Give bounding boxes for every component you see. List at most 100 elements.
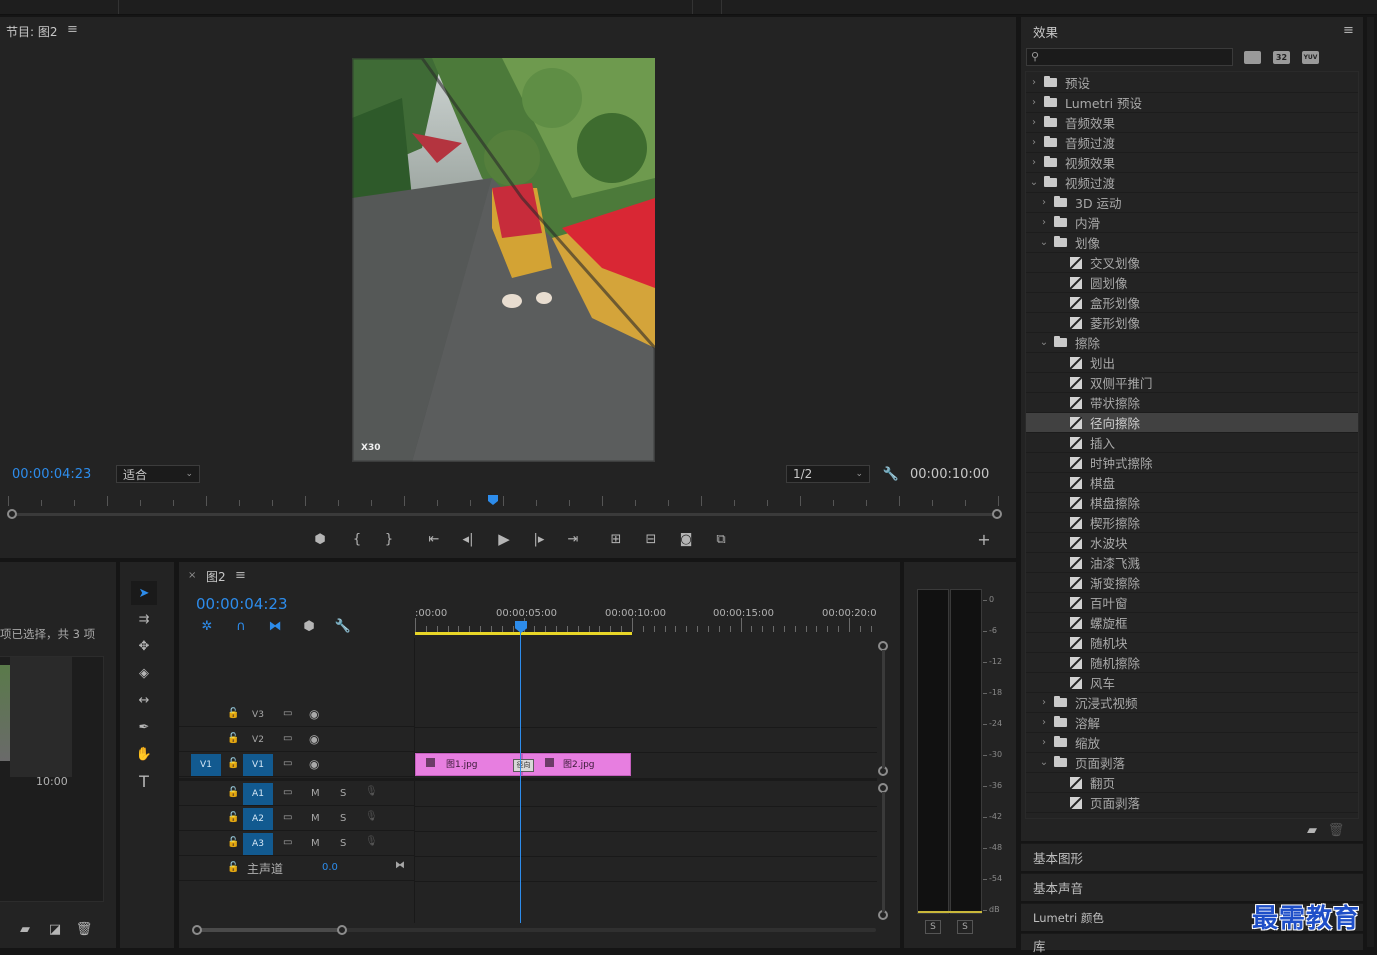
effect-item[interactable]: 百叶窗 [1026, 593, 1358, 613]
go-to-out-icon[interactable]: ⇥ [563, 529, 583, 549]
horizontal-scroll-handle[interactable] [337, 925, 347, 935]
chevron-down-icon[interactable]: ⌄ [1038, 757, 1050, 768]
vertical-scrollbar[interactable] [1367, 17, 1374, 947]
track-label-a3[interactable]: A3 [243, 833, 273, 855]
effects-folder-item[interactable]: › 音频效果 [1026, 113, 1358, 133]
program-monitor-title[interactable]: 节目: 图2 [6, 23, 58, 40]
zoom-handle-left[interactable] [7, 509, 17, 519]
effects-folder-item[interactable]: › 缩放 [1026, 733, 1358, 753]
lock-icon[interactable]: 🔓 [227, 708, 239, 719]
clip-item[interactable]: 图1.jpg [415, 753, 522, 776]
effects-folder-item[interactable]: › 内滑 [1026, 213, 1358, 233]
sync-lock-icon[interactable]: ▭ [283, 758, 292, 769]
hand-tool-icon[interactable]: ✋ [134, 744, 154, 764]
chevron-right-icon[interactable]: › [1028, 157, 1040, 168]
chevron-right-icon[interactable]: › [1028, 97, 1040, 108]
trash-icon[interactable]: 🗑 [1326, 820, 1346, 840]
libraries-tab[interactable]: 库 [1021, 933, 1363, 954]
effect-item[interactable]: 圆划像 [1026, 273, 1358, 293]
track-label-v1[interactable]: V1 [243, 754, 273, 776]
type-tool-icon[interactable]: T [134, 771, 154, 791]
add-button-icon[interactable]: + [974, 529, 994, 549]
track-header-master[interactable]: 🔓 主声道 0.0 ⧓ [179, 857, 414, 881]
lock-icon[interactable]: 🔓 [227, 733, 239, 744]
effects-folder-item[interactable]: ⌄ 擦除 [1026, 333, 1358, 353]
effect-item[interactable]: 风车 [1026, 673, 1358, 693]
timeline-ruler[interactable]: :00:00 00:00:05:00 00:00:10:00 00:00:15:… [415, 600, 877, 636]
work-area-bar[interactable] [415, 632, 632, 635]
timeline-tab-title[interactable]: 图2 [206, 568, 226, 585]
effect-item[interactable]: 时钟式擦除 [1026, 453, 1358, 473]
effects-folder-item[interactable]: › 溶解 [1026, 713, 1358, 733]
extract-icon[interactable]: ⊟ [641, 529, 661, 549]
effects-folder-item[interactable]: › Lumetri 预设 [1026, 93, 1358, 113]
accelerated-effects-icon[interactable] [1244, 51, 1261, 64]
lock-icon[interactable]: 🔓 [227, 862, 239, 873]
effect-item[interactable]: 交叉划像 [1026, 253, 1358, 273]
mute-button[interactable]: M [311, 813, 320, 824]
track-label-v2[interactable]: V2 [243, 729, 273, 751]
effect-item[interactable]: 插入 [1026, 433, 1358, 453]
effects-folder-item[interactable]: ⌄ 页面剥落 [1026, 753, 1358, 773]
chevron-right-icon[interactable]: › [1038, 217, 1050, 228]
filter-yuv-button[interactable]: YUV [1302, 51, 1319, 64]
effect-item[interactable]: 棋盘擦除 [1026, 493, 1358, 513]
step-back-icon[interactable]: ◂| [458, 529, 478, 549]
filter-32bit-button[interactable]: 32 [1273, 51, 1290, 64]
linked-selection-icon[interactable]: ⧓ [265, 616, 285, 636]
effect-item[interactable]: 划出 [1026, 353, 1358, 373]
sync-lock-icon[interactable]: ▭ [283, 733, 292, 744]
solo-button[interactable]: S [340, 813, 346, 824]
add-marker-icon[interactable]: ⬢ [310, 529, 330, 549]
lock-icon[interactable]: 🔓 [227, 758, 239, 769]
effect-item[interactable]: 页面剥落 [1026, 793, 1358, 813]
lock-icon[interactable]: 🔓 [227, 837, 239, 848]
essential-graphics-tab[interactable]: 基本图形 [1021, 843, 1363, 871]
go-to-end-icon[interactable]: ⧓ [395, 860, 405, 871]
effect-item[interactable]: 径向擦除 [1026, 413, 1358, 433]
effects-search-input[interactable] [1045, 50, 1229, 64]
track-header-a2[interactable]: 🔓 A2 ▭ M S 🎙 [179, 807, 414, 831]
chevron-right-icon[interactable]: › [1038, 697, 1050, 708]
nest-toggle-icon[interactable]: ✲ [197, 616, 217, 636]
ripple-edit-tool-icon[interactable]: ✥ [134, 636, 154, 656]
effects-search-box[interactable]: ⚲ [1026, 48, 1233, 66]
mark-out-icon[interactable]: } [379, 529, 399, 549]
mute-button[interactable]: M [311, 788, 320, 799]
effect-item[interactable]: 带状擦除 [1026, 393, 1358, 413]
chevron-right-icon[interactable]: › [1038, 737, 1050, 748]
solo-right-button[interactable]: S [957, 920, 973, 934]
solo-button[interactable]: S [340, 838, 346, 849]
microphone-icon[interactable]: 🎙 [365, 836, 378, 847]
chevron-down-icon[interactable]: ⌄ [1028, 177, 1040, 188]
solo-button[interactable]: S [340, 788, 346, 799]
microphone-icon[interactable]: 🎙 [365, 786, 378, 797]
zoom-scrollbar[interactable] [12, 513, 996, 516]
vertical-scrollbar[interactable] [882, 792, 885, 912]
effect-item[interactable]: 翻页 [1026, 773, 1358, 793]
vertical-scrollbar[interactable] [882, 650, 885, 768]
eye-icon[interactable]: ◉ [309, 707, 319, 721]
fit-dropdown[interactable]: 适合 ⌄ [116, 465, 200, 483]
clip-item[interactable]: 图2.jpg [522, 753, 631, 776]
zoom-handle-right[interactable] [992, 509, 1002, 519]
master-volume-value[interactable]: 0.0 [322, 862, 338, 873]
solo-left-button[interactable]: S [925, 920, 941, 934]
new-item-icon[interactable]: ◪ [45, 919, 65, 939]
close-icon[interactable]: × [188, 570, 196, 581]
sync-lock-icon[interactable]: ▭ [283, 708, 292, 719]
camera-icon[interactable]: ◙ [676, 529, 696, 549]
step-forward-icon[interactable]: |▸ [529, 529, 549, 549]
sync-lock-icon[interactable]: ▭ [283, 812, 292, 823]
program-timecode-current[interactable]: 00:00:04:23 [12, 467, 91, 482]
microphone-icon[interactable]: 🎙 [365, 811, 378, 822]
chevron-right-icon[interactable]: › [1038, 197, 1050, 208]
effect-item[interactable]: 菱形划像 [1026, 313, 1358, 333]
horizontal-scroll-handle[interactable] [192, 925, 202, 935]
effect-item[interactable]: 油漆飞溅 [1026, 553, 1358, 573]
effect-item[interactable]: 随机擦除 [1026, 653, 1358, 673]
razor-tool-icon[interactable]: ◈ [134, 663, 154, 683]
project-thumbnail-card[interactable]: 10:00 [0, 656, 104, 902]
selection-tool-icon[interactable]: ➤ [131, 581, 157, 605]
track-header-v1[interactable]: V1 🔓 V1 ▭ ◉ [179, 753, 414, 777]
